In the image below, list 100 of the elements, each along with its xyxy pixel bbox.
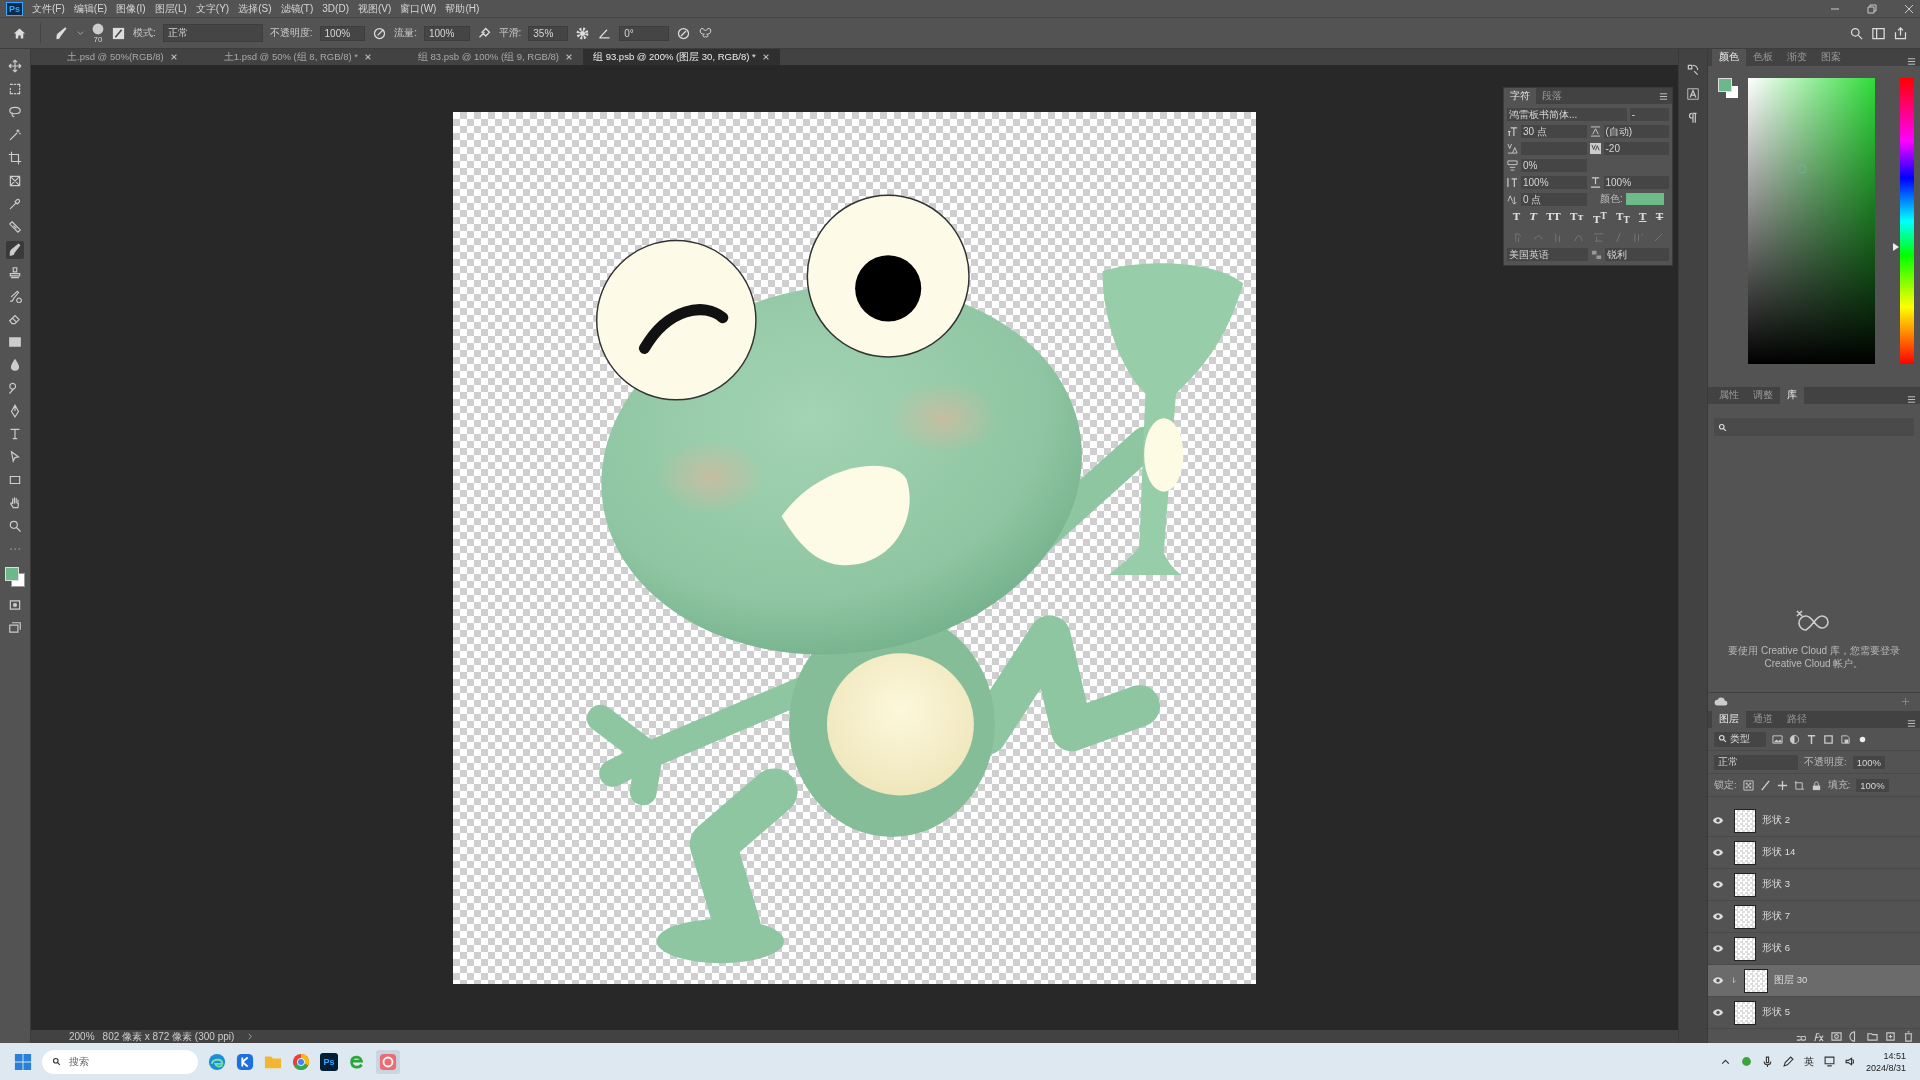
close-icon[interactable] (761, 53, 770, 61)
vertical-scale-field[interactable]: 100% (1521, 175, 1587, 189)
text-style-button[interactable]: T (1512, 210, 1521, 227)
butterfly-icon[interactable] (698, 25, 714, 41)
lock-pixels-icon[interactable] (1759, 779, 1771, 791)
text-style-button[interactable]: T$_{T}$ (1616, 210, 1630, 227)
lock-position-icon[interactable] (1776, 779, 1788, 791)
panel-tab[interactable]: 调整 (1746, 387, 1780, 405)
new-layer-icon[interactable] (1885, 1030, 1896, 1042)
folder-icon[interactable] (1867, 1030, 1878, 1042)
brush-panel-icon[interactable] (111, 25, 126, 41)
layer-row[interactable]: 形状 2 (1708, 805, 1920, 837)
smart-object-filter-icon[interactable] (1840, 733, 1851, 745)
document-tab[interactable]: 组 93.psb @ 200% (图层 30, RGB/8) * (583, 49, 780, 65)
close-icon[interactable] (565, 53, 573, 61)
pressure-size-icon[interactable] (676, 25, 692, 41)
panel-menu-icon[interactable] (1907, 719, 1916, 728)
menu-item[interactable]: 图像(I) (116, 1, 146, 16)
image-filter-icon[interactable] (1772, 733, 1783, 745)
language-dropdown[interactable]: 美国英语 (1507, 247, 1589, 261)
panel-tab[interactable]: 字符 (1504, 88, 1536, 104)
speaker-icon[interactable] (1844, 1056, 1856, 1067)
brush-tool-icon[interactable] (6, 241, 24, 259)
paragraph-icon[interactable] (1686, 111, 1700, 125)
mode-dropdown[interactable]: 正常 (162, 24, 263, 42)
cloud-icon[interactable] (1714, 696, 1728, 707)
eye-icon[interactable] (1712, 1008, 1724, 1017)
fill-field[interactable]: 100% (1856, 778, 1889, 792)
text-style-button[interactable]: Tᴛ (1570, 210, 1584, 227)
lock-transparency-icon[interactable] (1742, 779, 1754, 791)
baseline-shift-field[interactable]: 0 点 (1521, 192, 1587, 206)
lock-icon[interactable] (1810, 779, 1822, 791)
panel-tab[interactable]: 通道 (1746, 711, 1780, 728)
angle-field[interactable]: 0° (619, 25, 670, 41)
layer-row[interactable]: 形状 7 (1708, 901, 1920, 933)
share-icon[interactable] (1893, 25, 1908, 41)
panel-tab[interactable]: 库 (1780, 387, 1804, 405)
tsume-field[interactable]: 0% (1521, 158, 1587, 172)
eye-icon[interactable] (1712, 912, 1724, 921)
windows-start-icon[interactable] (14, 1052, 32, 1071)
menu-item[interactable]: 选择(S) (238, 1, 272, 16)
color-swatches[interactable] (5, 567, 25, 587)
blend-mode-dropdown[interactable]: 正常 (1714, 754, 1798, 770)
text-style-button[interactable]: TT (1546, 210, 1561, 227)
panel-tab[interactable]: 图案 (1814, 49, 1848, 67)
leading-field[interactable]: (自动) (1603, 124, 1669, 138)
rounded-app-icon[interactable] (376, 1049, 400, 1074)
panel-tab[interactable]: 属性 (1712, 387, 1746, 405)
menu-item[interactable]: 帮助(H) (445, 1, 480, 16)
text-style-button[interactable]: T (1639, 210, 1647, 227)
font-family-dropdown[interactable]: 鸿雷板书简体... (1507, 107, 1627, 121)
font-size-field[interactable]: 30 点 (1521, 124, 1587, 138)
text-style-button[interactable]: T (1655, 210, 1664, 227)
microphone-icon[interactable] (1761, 1056, 1773, 1067)
tracking-field[interactable]: -20 (1603, 141, 1669, 155)
mask-icon[interactable] (1831, 1030, 1842, 1042)
trash-icon[interactable] (1903, 1030, 1914, 1042)
type-filter-icon[interactable] (1806, 733, 1817, 745)
photoshop-taskbar-button[interactable]: Ps (320, 1052, 338, 1071)
text-style-button[interactable]: T (1529, 210, 1537, 227)
layer-row[interactable]: 形状 14 (1708, 837, 1920, 869)
healing-tool-icon[interactable] (6, 218, 24, 236)
caret-icon[interactable] (76, 28, 85, 38)
hue-slider[interactable] (1893, 78, 1914, 365)
close-icon[interactable] (169, 53, 178, 61)
eye-icon[interactable] (1712, 848, 1724, 857)
horizontal-scale-field[interactable]: 100% (1603, 175, 1669, 189)
lock-artboard-icon[interactable] (1793, 779, 1805, 791)
colorful-app-icon[interactable] (292, 1052, 310, 1071)
pressure-icon[interactable] (372, 25, 388, 41)
eye-icon[interactable] (1712, 880, 1724, 889)
panel-tab[interactable]: 渐变 (1780, 49, 1814, 67)
k-app-icon[interactable] (236, 1052, 254, 1071)
text-color-swatch[interactable] (1625, 193, 1664, 205)
tray-app-icon[interactable] (1740, 1056, 1752, 1067)
color-picker-field[interactable] (1748, 78, 1875, 365)
eye-icon[interactable] (1712, 944, 1724, 953)
workspace-icon[interactable] (1871, 25, 1886, 41)
eye-icon[interactable] (1712, 976, 1724, 985)
layer-filter-dropdown[interactable]: 类型 (1714, 731, 1766, 747)
brush-icon[interactable] (54, 25, 69, 41)
panel-tab[interactable]: 图层 (1712, 711, 1746, 728)
panel-tab[interactable]: 路径 (1780, 711, 1814, 728)
restore-icon[interactable] (1867, 3, 1877, 14)
font-style-dropdown[interactable]: - (1629, 107, 1669, 121)
close-icon[interactable] (1904, 3, 1914, 14)
menu-item[interactable]: 图层(L) (154, 1, 187, 16)
antialias-dropdown[interactable]: 锐利 (1605, 247, 1669, 261)
taskbar-search-field[interactable]: 搜索 (42, 1049, 198, 1074)
library-search-field[interactable] (1714, 418, 1914, 437)
search-icon[interactable] (1849, 25, 1864, 41)
menu-item[interactable]: 文字(Y) (195, 1, 230, 16)
move-tool-icon[interactable] (6, 57, 24, 75)
pen-icon[interactable] (1782, 1056, 1794, 1067)
chevron-up-icon[interactable] (1719, 1056, 1731, 1067)
menu-item[interactable]: 3D(D) (322, 3, 349, 14)
eye-icon[interactable] (1712, 816, 1724, 825)
opacity-field[interactable]: 100% (319, 25, 366, 41)
history-icon[interactable] (1686, 63, 1700, 77)
panel-tab[interactable]: 段落 (1536, 88, 1568, 104)
